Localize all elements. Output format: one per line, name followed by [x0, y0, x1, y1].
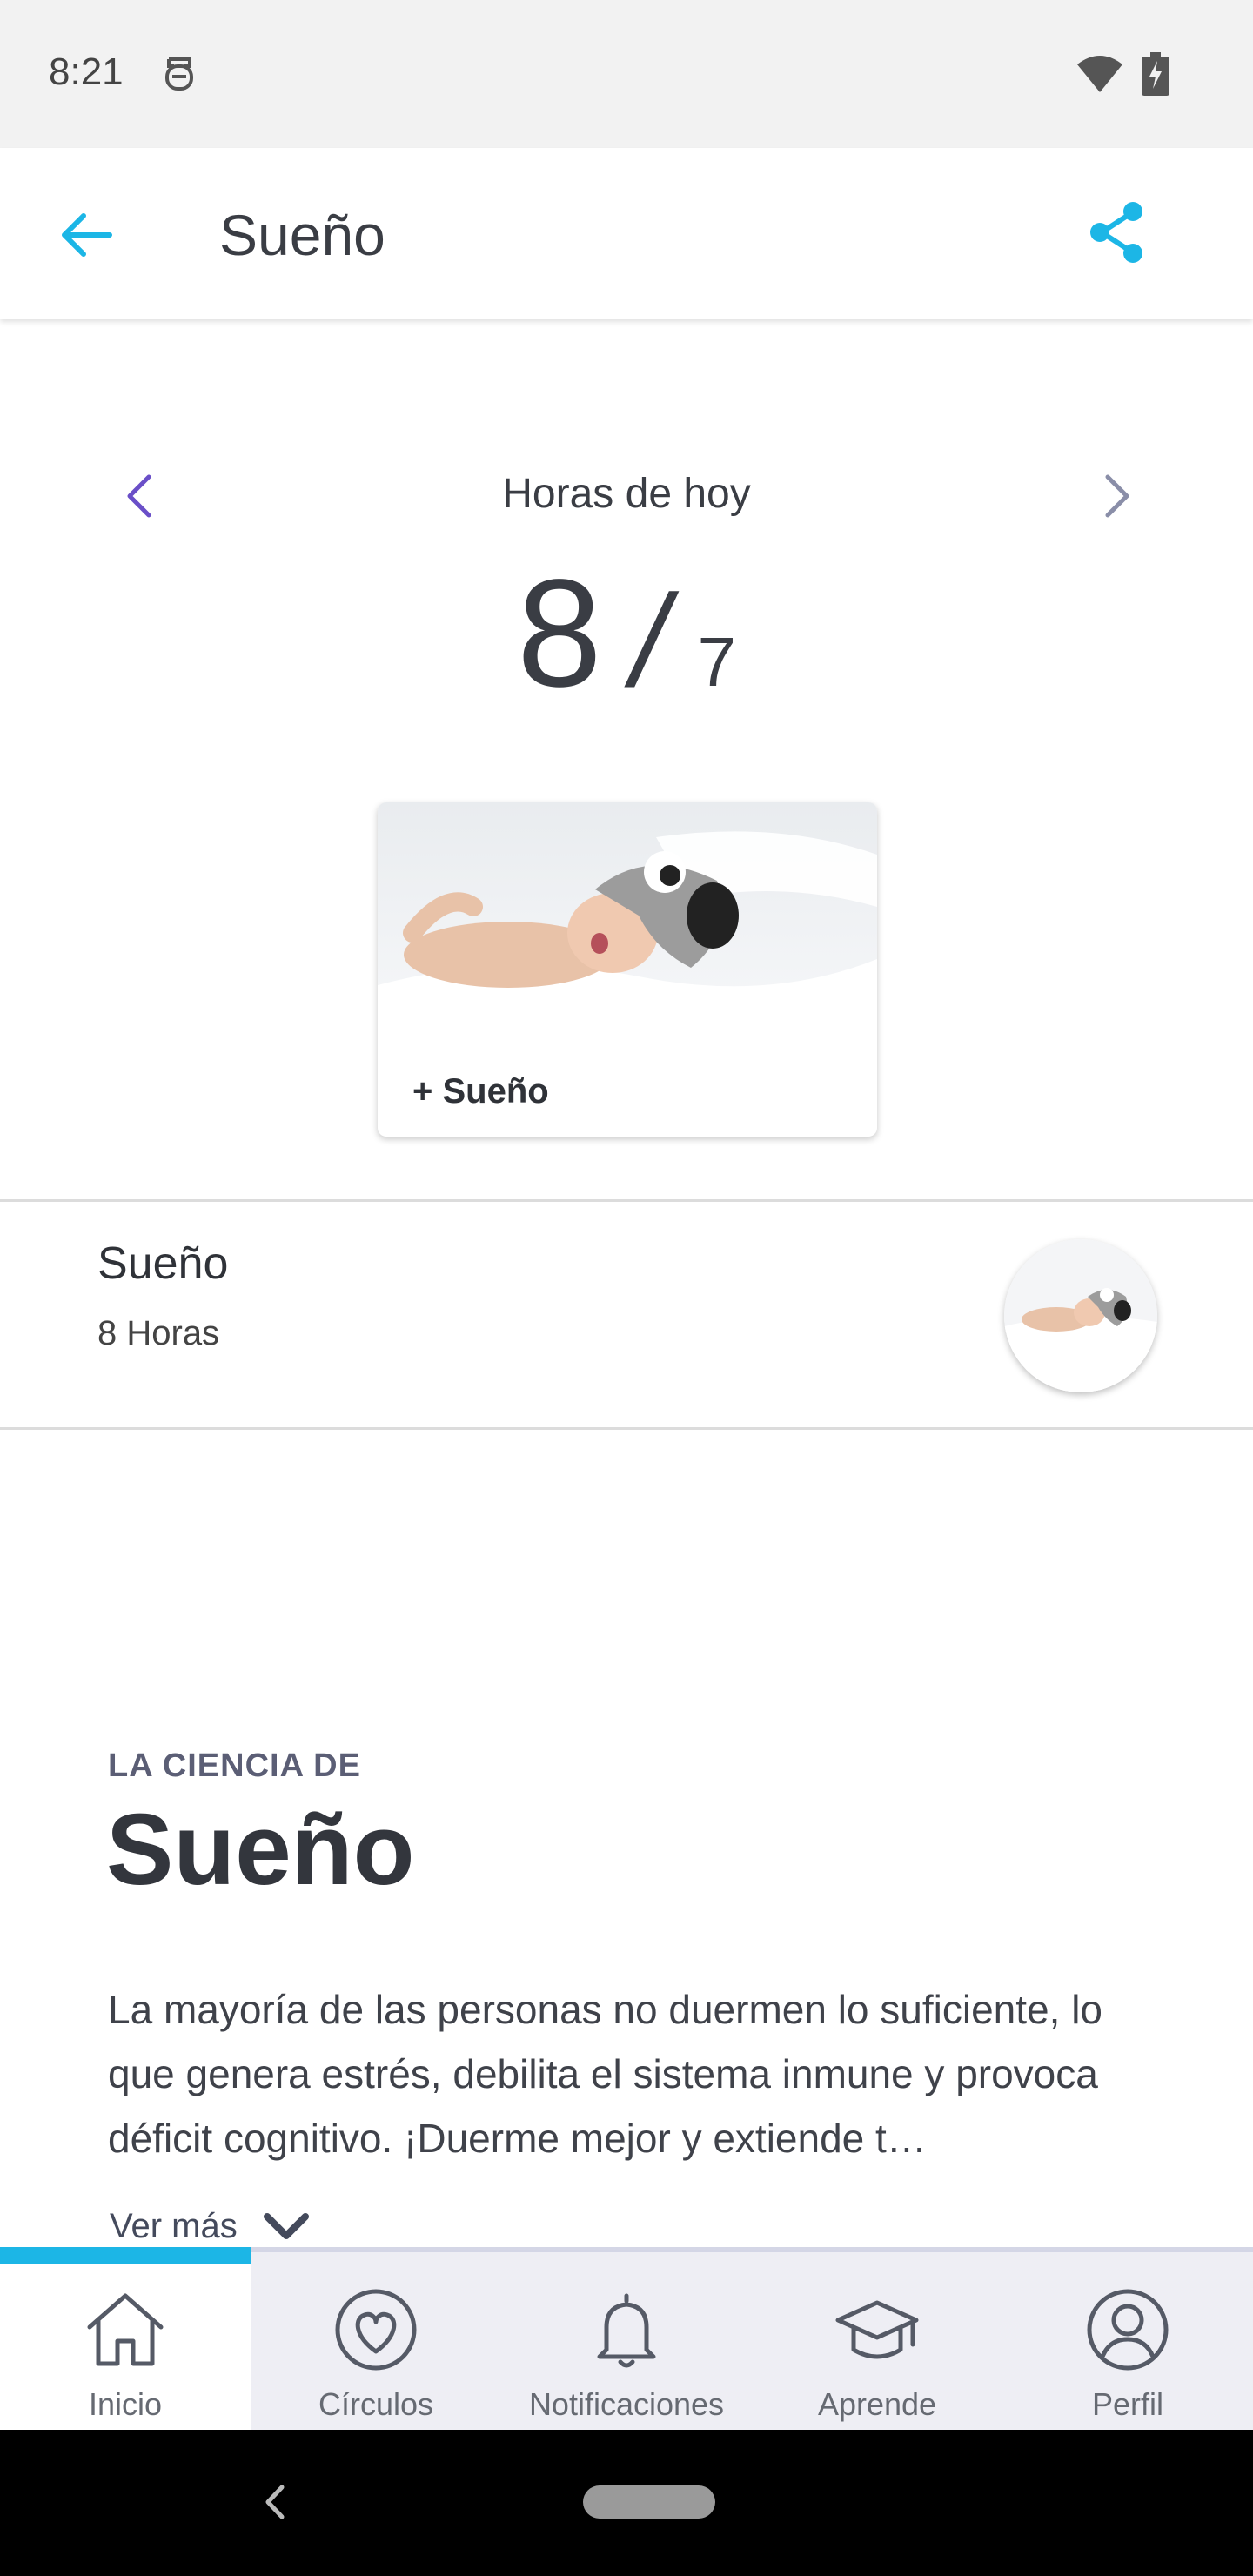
system-home-pill[interactable] — [583, 2485, 715, 2519]
sleeping-baby-image — [378, 802, 877, 1046]
nav-label-perfil: Perfil — [1091, 2386, 1164, 2422]
add-sleep-label: + Sueño — [412, 1072, 549, 1110]
nav-item-inicio[interactable]: Inicio — [0, 2264, 251, 2430]
heart-circle-icon — [335, 2289, 417, 2371]
system-back-icon[interactable] — [258, 2479, 292, 2526]
graduation-cap-icon — [835, 2300, 919, 2359]
app-bar: Sueño — [0, 148, 1253, 319]
nav-label-inicio: Inicio — [88, 2386, 163, 2422]
science-kicker: LA CIENCIA DE — [108, 1748, 361, 1784]
nav-item-circulos[interactable]: Círculos — [251, 2264, 501, 2430]
previous-day-button[interactable] — [113, 465, 165, 527]
app-notification-icon — [165, 57, 193, 91]
chevron-left-icon — [127, 474, 151, 518]
divider — [0, 1427, 1253, 1430]
status-bar: 8:21 — [0, 0, 1253, 148]
share-button[interactable] — [1086, 193, 1147, 272]
back-button[interactable] — [49, 198, 122, 272]
nav-label-notificaciones: Notificaciones — [528, 2386, 725, 2422]
nav-item-perfil[interactable]: Perfil — [1002, 2264, 1253, 2430]
nav-label-circulos: Círculos — [318, 2386, 434, 2422]
science-description: La mayoría de las personas no duermen lo… — [108, 1987, 1102, 2161]
bottom-navigation: Inicio Círculos Notificaciones Aprende P… — [0, 2247, 1253, 2430]
profile-icon — [1087, 2289, 1169, 2371]
hours-label: Horas de hoy — [502, 471, 751, 517]
nav-label-aprende: Aprende — [817, 2386, 937, 2422]
chevron-down-icon — [263, 2212, 309, 2239]
add-sleep-card[interactable]: + Sueño — [378, 802, 877, 1137]
entry-hours: 8 Horas — [97, 1314, 220, 1352]
see-more-button[interactable]: Ver más — [110, 2207, 311, 2246]
system-navigation-bar — [0, 2430, 1253, 2576]
sleeping-baby-thumbnail-image — [1004, 1239, 1157, 1392]
hours-value: 8 / 7 — [365, 557, 888, 710]
entry-thumbnail[interactable] — [1004, 1239, 1157, 1392]
bell-icon — [597, 2293, 656, 2368]
arrow-left-icon — [62, 213, 112, 257]
hours-separator: / — [631, 567, 668, 714]
chevron-right-icon — [1105, 474, 1129, 518]
active-tab-indicator — [0, 2247, 251, 2264]
nav-item-notificaciones[interactable]: Notificaciones — [501, 2264, 752, 2430]
hours-current: 8 — [516, 548, 602, 719]
page-title: Sueño — [219, 203, 385, 267]
next-day-button[interactable] — [1091, 465, 1143, 527]
see-more-label: Ver más — [110, 2207, 238, 2245]
hours-goal: 7 — [697, 623, 737, 701]
share-icon — [1090, 202, 1142, 263]
status-time: 8:21 — [49, 50, 124, 93]
battery-charging-icon — [1142, 52, 1169, 96]
home-icon — [87, 2293, 164, 2366]
entry-title: Sueño — [97, 1238, 229, 1289]
nav-item-aprende[interactable]: Aprende — [752, 2264, 1002, 2430]
science-title: Sueño — [106, 1793, 415, 1906]
wifi-icon — [1077, 56, 1122, 92]
divider — [0, 1199, 1253, 1202]
